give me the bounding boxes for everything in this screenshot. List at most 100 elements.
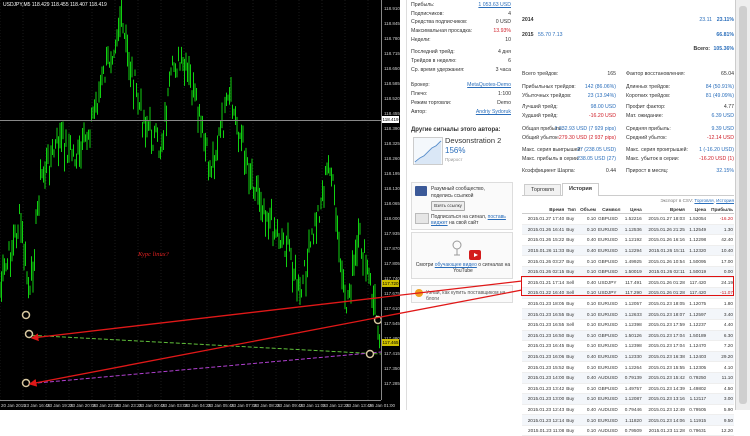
table-cell: 0.40 [576,372,597,384]
signal-thumbnail[interactable] [413,137,443,165]
table-cell: 2015.01.23 13:42 [522,383,566,395]
yellow-price-label: 117.465 [382,339,399,346]
scroll-thumb[interactable] [739,6,747,404]
summary-label: Средняя прибыль: [626,126,671,132]
time-tick-label: 26 Jan 01:00 [369,403,396,408]
table-cell: 1.12330 [621,351,643,363]
table-cell: 0.79631 [685,425,708,436]
table-cell: 1.12087 [621,393,643,405]
table-cell: 2015.01.23 12:14 [522,414,566,426]
summary-value: 98.00 USD [590,104,616,110]
price-tick-label: 118.845 [384,21,400,26]
year-months: 55.70 7.13 [538,32,563,38]
table-row[interactable]: 2015.01.23 13:00 Buy 0.10 EURUSD 1.12087 2015… [522,393,734,405]
table-cell: 2015.01.23 13:00 [522,393,566,405]
table-cell: 2015.01.26 16:16 [642,234,686,246]
summary-value: 65.04 [721,71,734,77]
other-signal-name[interactable]: Devsonstration 2 [445,136,501,145]
export-history-link[interactable]: История [716,198,734,203]
table-cell: Buy [565,414,577,426]
summary-label: Коротких трейдов: [626,93,671,99]
price-tick-label: 117.675 [384,291,400,296]
table-cell: Buy [565,308,577,320]
table-cell: 0.10 [576,319,597,331]
table-cell: GBPUSD [596,330,622,342]
table-row[interactable]: 2015.01.26 15:22 Buy 0.40 EURUSD 1.12192 2015… [522,234,734,246]
table-cell: 0.10 [576,383,597,395]
price-tick-label: 118.780 [384,36,400,41]
youtube-icon[interactable] [469,250,481,260]
table-cell: 2015.01.23 15:42 [642,372,686,384]
signal-info-panel: Прибыль: 1 053.63 USD Подписчиков: 4 Средств… [406,0,513,410]
table-row[interactable]: 2015.01.23 11:08 Buy 0.10 AUDUSD 0.79509 2015… [522,425,734,436]
table-cell: 2015.01.23 12:49 [642,404,686,416]
stat-value: 10 [505,37,511,43]
table-cell: 1.52216 [621,213,643,225]
table-row[interactable]: 2015.01.23 15:52 Buy 0.10 EURUSD 1.12264 2015… [522,361,734,373]
table-cell: 17.00 [707,255,734,267]
summary-label: Прибыльных трейдов: [522,84,576,90]
widget-icon [415,213,429,224]
table-cell: 1.12057 [621,298,643,310]
table-row[interactable]: 2015.01.23 14:00 Buy 0.40 AUDUSD 0.79139 2015… [522,372,734,384]
table-cell: 1.12075 [685,298,708,310]
table-cell: 1.12298 [685,234,708,246]
table-cell: 1.52054 [685,213,708,225]
summary-label: Макс. серия проигрышей: [626,147,688,153]
table-row[interactable]: 2015.01.23 16:55 Buy 0.10 EURUSD 1.12633 2015… [522,308,734,320]
table-row[interactable]: 2015.01.23 18:05 Buy 0.10 EURUSD 1.12057 2015… [522,298,734,310]
stat-value[interactable]: 1 053.63 USD [478,2,511,8]
export-csv: Экспорт в CSV: Торговля, История [660,198,734,203]
table-row[interactable]: 2015.01.23 12:14 Buy 0.10 EURUSD 1.11820 2015… [522,414,734,426]
warning-text[interactable]: Узнай, как купить поставщиком на блоги [426,290,511,302]
stat-label: Недели: [411,37,431,43]
price-chart[interactable]: USDJPY,M5 118.429 118.455 118.407 118.41… [0,0,400,410]
table-row[interactable]: 2015.01.23 16:50 Buy 0.10 GBPUSD 1.50126 2015… [522,330,734,342]
summary-value: -16.20 USD (1) [699,156,734,162]
summary-label: Лучший трейд: [522,104,558,110]
table-cell: 2015.01.23 17:04 [642,330,686,342]
summary-label: Всего трейдов: [522,71,559,77]
column-header: Время [642,205,686,214]
stat-label: Подписчиков: [411,11,444,17]
table-cell: Buy [565,340,577,352]
summary-label: Макс. прибыль в серии: [522,156,580,162]
table-cell: 0.79250 [685,372,708,384]
table-row[interactable]: 2015.01.23 16:55 Sell 0.10 EURUSD 1.12398 201… [522,319,734,331]
table-cell: 2015.01.26 03:27 [522,255,566,267]
table-row[interactable]: 2015.01.23 13:42 Buy 0.10 GBPUSD 1.49757 2015… [522,383,734,395]
table-cell: 10.40 [707,245,734,257]
stat-row: Последний трейд: 4 дня [411,49,511,57]
tab-trading[interactable]: Торговля [524,184,561,195]
yellow-price-label: 117.720 [382,280,399,287]
get-link-button[interactable]: Взять ссылку [431,201,465,211]
table-cell: 0.10 [576,425,597,436]
stat-value[interactable]: Andriy Sydoruk [476,109,511,115]
table-row[interactable]: 2015.01.23 12:43 Buy 0.40 AUDUSD 0.79446 2015… [522,404,734,416]
table-row[interactable]: 2015.01.27 17:40 Buy 0.10 GBPUSD 1.52216 2015… [522,213,734,225]
tab-history[interactable]: История [562,183,599,196]
table-row[interactable]: 2015.01.26 03:27 Buy 0.10 GBPUSD 1.49925 2015… [522,255,734,267]
price-tick-label: 118.520 [384,96,400,101]
export-trading-link[interactable]: Торговля [694,198,713,203]
table-row[interactable]: 2015.01.23 16:06 Buy 0.40 EURUSD 1.12330 2015… [522,351,734,363]
table-cell: Buy [565,245,577,257]
table-row[interactable]: 2015.01.23 16:45 Buy 0.10 EURUSD 1.12398 2015… [522,340,734,352]
summary-label: Убыточных трейдов: [522,93,572,99]
table-cell: 0.10 [576,393,597,405]
price-tick-label: 117.805 [384,261,400,266]
summary-value: 32.15% [716,168,734,174]
table-row[interactable]: 2015.01.26 16:41 Buy 0.10 EURUSD 1.12536 2015… [522,224,734,236]
page-scrollbar[interactable] [735,0,750,410]
table-cell: 2015.01.23 14:39 [642,383,686,395]
table-cell: 0.10 [576,224,597,236]
table-cell: 2015.01.27 18:03 [642,213,686,225]
table-cell: EURUSD [596,393,622,405]
stat-value[interactable]: MetaQuotes-Demo [467,82,511,88]
table-cell: 2015.01.23 16:50 [522,330,566,342]
summary-row: Коэффициент Шарпа: 0.44 Прирост в месяц: 32… [522,168,734,177]
summary-label: Коэффициент Шарпа: [522,168,576,174]
table-cell: 0.79139 [621,372,643,384]
table-row[interactable]: 2015.01.26 11:33 Buy 0.40 EURUSD 1.12294 2015… [522,245,734,257]
candlestick-plot[interactable] [0,0,381,400]
